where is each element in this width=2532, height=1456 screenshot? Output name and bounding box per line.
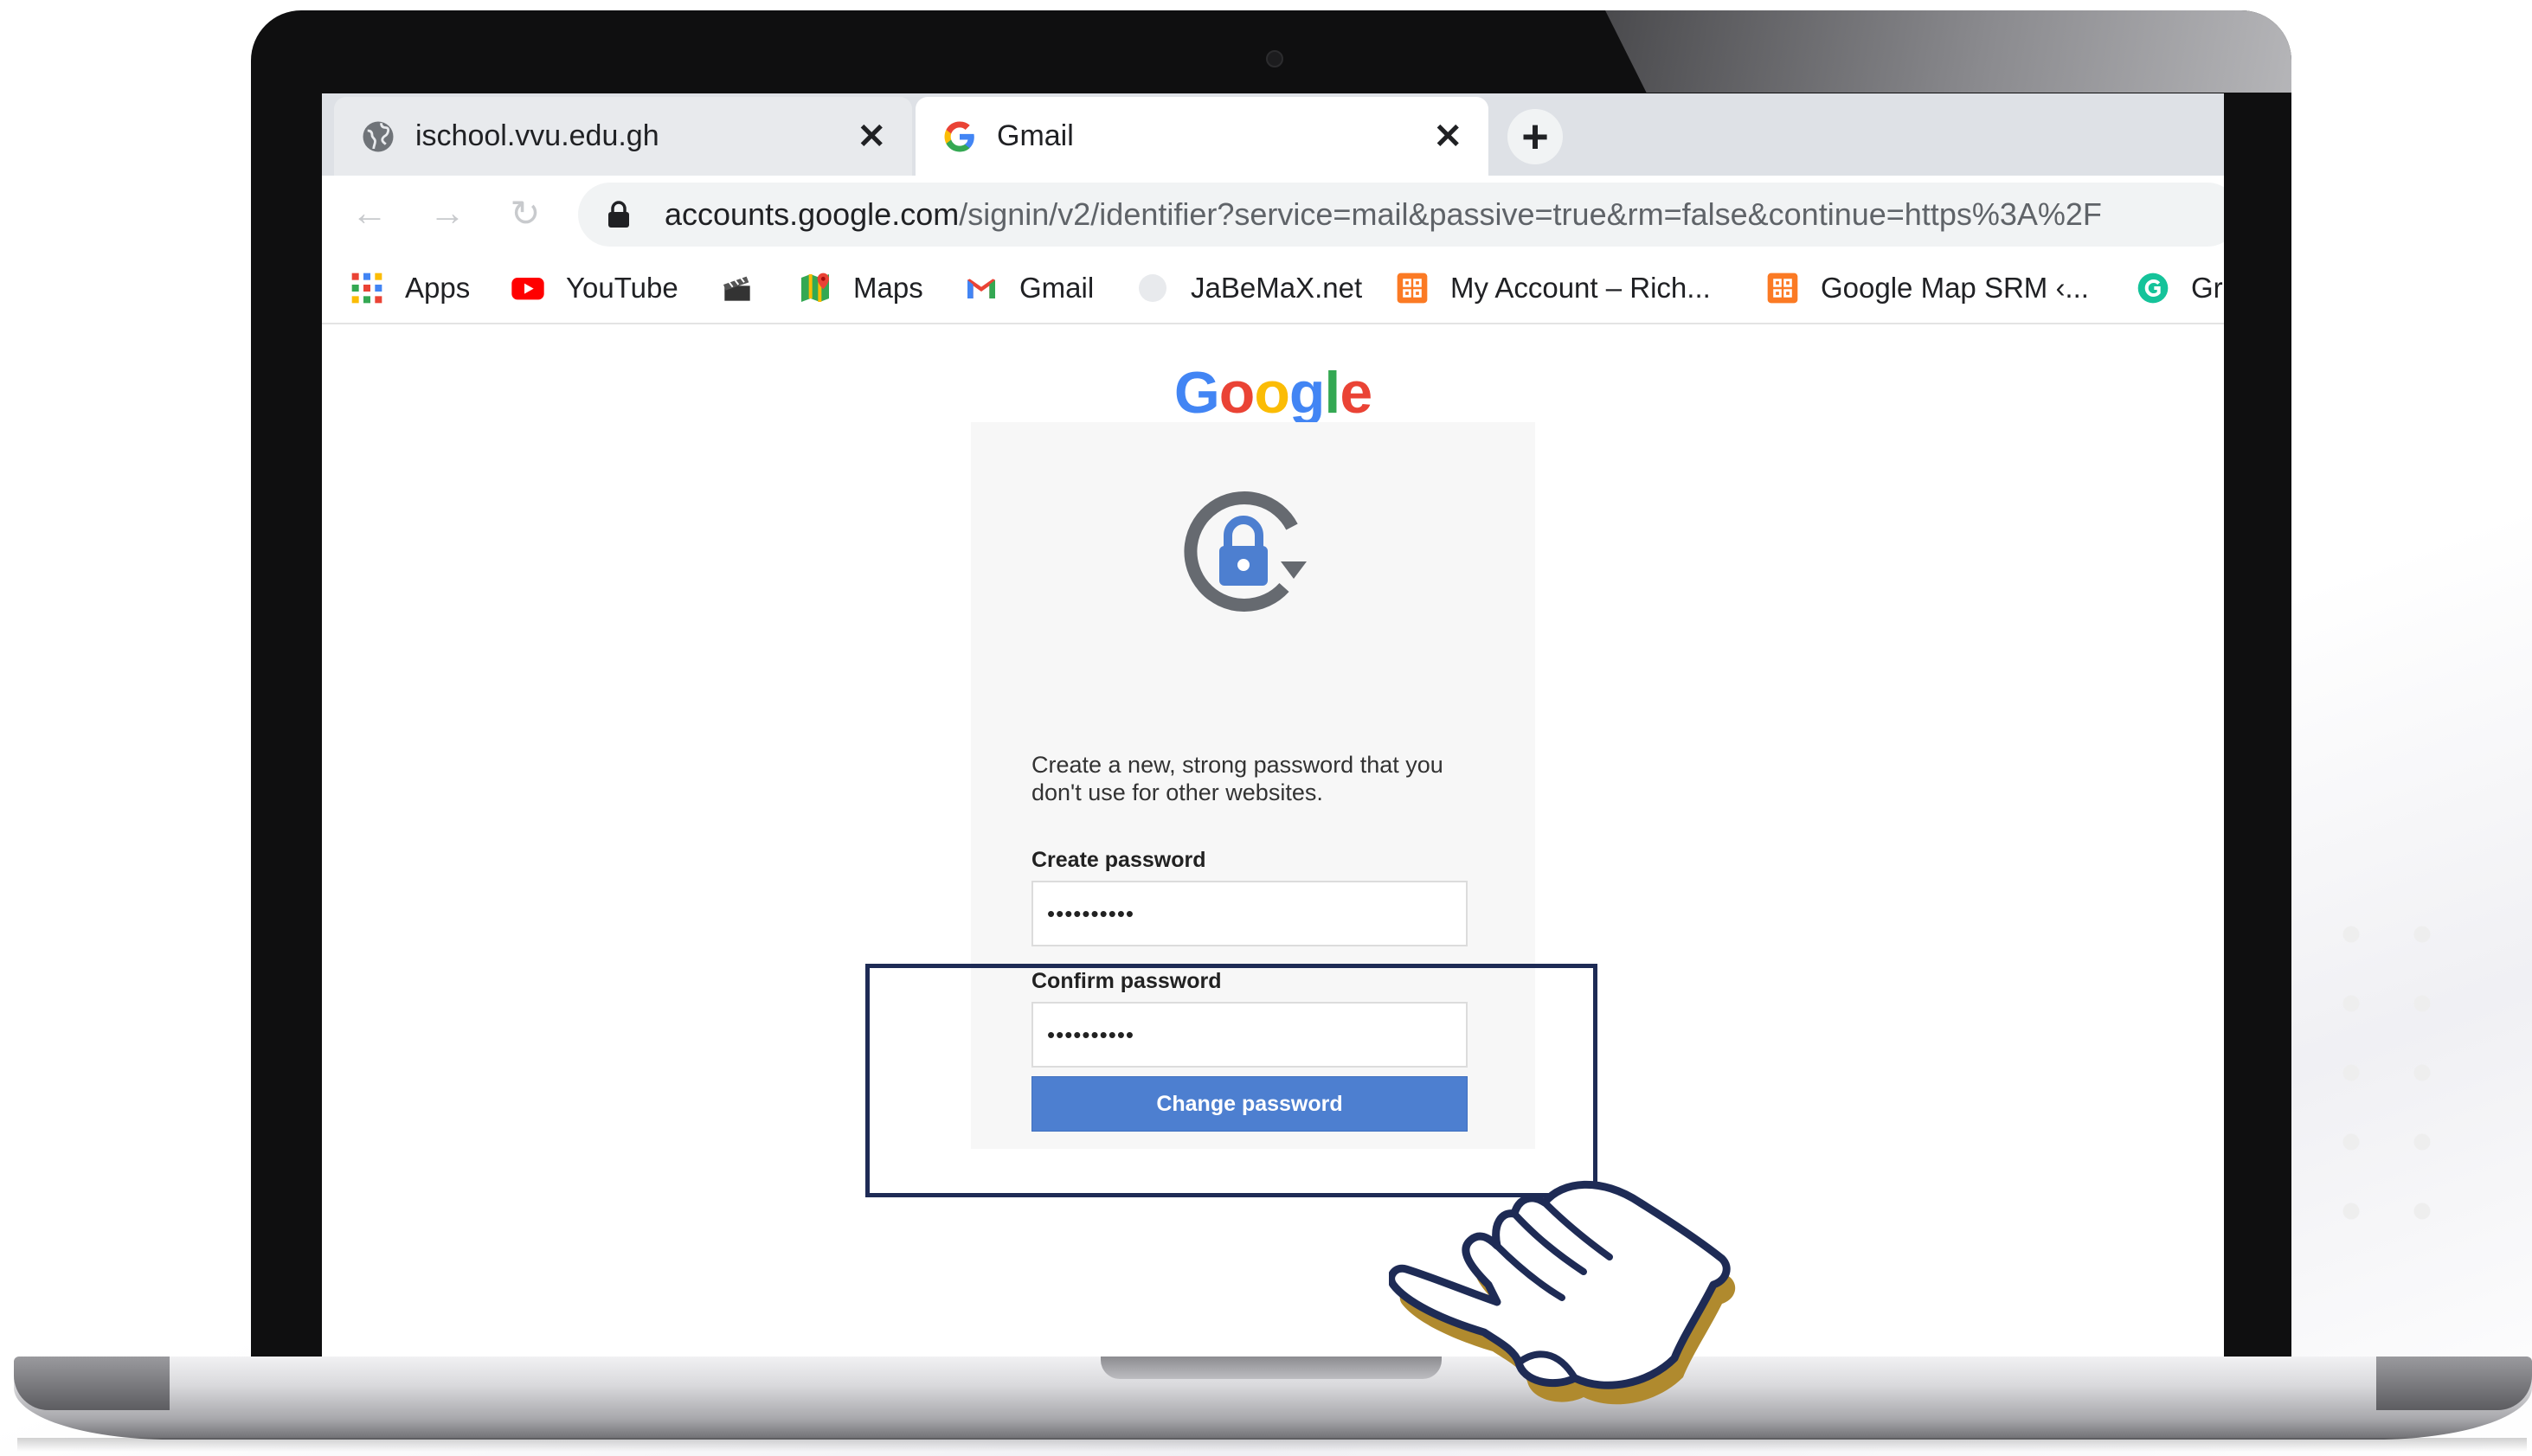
logo-letter: e [1340, 360, 1372, 426]
grammarly-icon [2137, 273, 2169, 304]
logo-letter: o [1218, 360, 1256, 426]
bookmark-label: YouTube [566, 272, 678, 304]
bookmarks-bar: Apps YouTube Maps Gmail JaBeMaX.net My A… [322, 253, 2224, 324]
bookmark-label: Gmail [1019, 272, 1095, 304]
laptop-base-right-edge [2376, 1357, 2532, 1410]
laptop-shadow [17, 1438, 2527, 1452]
bookmark-google-map-srm[interactable]: Google Map SRM ‹... [1765, 268, 2089, 308]
close-icon[interactable]: ✕ [1433, 119, 1462, 154]
google-logo: Google [322, 359, 2224, 427]
bookmark-gmail[interactable]: Gmail [964, 268, 1094, 308]
tab-ischool[interactable]: ischool.vvu.edu.gh ✕ [334, 97, 912, 176]
bookmark-label: JaBeMaX.net [1191, 272, 1363, 304]
forward-arrow-icon[interactable]: → [426, 191, 469, 234]
laptop-base-left-edge [14, 1357, 170, 1410]
url-path: /signin/v2/identifier?service=mail&passi… [959, 196, 2102, 232]
password-instructions: Create a new, strong password that you d… [1031, 751, 1481, 806]
create-password-input[interactable]: •••••••••• [1031, 881, 1468, 946]
pointing-hand-icon [1389, 1180, 1736, 1405]
bookmark-label: Apps [405, 272, 471, 304]
logo-letter: g [1288, 360, 1326, 426]
bookmark-grammarly[interactable]: Gr [2136, 268, 2223, 308]
bookmark-label: My Account – Rich... [1450, 272, 1711, 304]
gmail-icon [967, 279, 995, 298]
address-bar[interactable]: accounts.google.com/signin/v2/identifier… [578, 183, 2224, 247]
tab-strip: ischool.vvu.edu.gh ✕ Gmail ✕ + [322, 93, 2224, 176]
bookmark-apps[interactable]: Apps [350, 268, 470, 308]
logo-letter: l [1324, 360, 1340, 426]
url-host: accounts.google.com [665, 196, 960, 232]
bookmark-maps[interactable]: Maps [798, 268, 923, 308]
close-icon[interactable]: ✕ [857, 119, 886, 154]
bookmark-label: Google Map SRM ‹... [1821, 272, 2089, 304]
logo-letter: o [1254, 360, 1290, 426]
tab-title: ischool.vvu.edu.gh [415, 119, 659, 152]
globe-icon [1139, 274, 1166, 302]
reload-icon[interactable]: ↻ [504, 191, 547, 234]
apps-grid-icon [351, 273, 382, 304]
clapperboard-icon [723, 276, 750, 301]
webcam-icon [1266, 50, 1283, 67]
logo-letter: G [1173, 360, 1220, 426]
bookmark-my-account[interactable]: My Account – Rich... [1395, 268, 1711, 308]
xampp-icon [1767, 273, 1798, 304]
tab-title: Gmail [997, 119, 1074, 152]
lock-refresh-icon [1184, 491, 1307, 612]
back-arrow-icon[interactable]: ← [348, 191, 391, 234]
new-tab-button[interactable]: + [1507, 109, 1563, 164]
browser-toolbar: ← → ↻ accounts.google.com/signin/v2/iden… [322, 176, 2224, 253]
bookmark-label: Maps [853, 272, 923, 304]
instructions-line: Create a new, strong password that you [1031, 752, 1443, 778]
tab-gmail[interactable]: Gmail ✕ [916, 97, 1488, 176]
instructions-line: don't use for other websites. [1031, 779, 1323, 805]
lock-icon [608, 201, 629, 228]
bookmark-clapperboard[interactable] [720, 268, 775, 308]
maps-icon [801, 273, 829, 302]
create-password-label: Create password [1031, 848, 1206, 872]
google-g-icon [944, 121, 974, 151]
background-dots [2316, 900, 2454, 1228]
youtube-icon [511, 278, 544, 300]
bookmark-label: Gr [2191, 272, 2223, 304]
xampp-icon [1397, 273, 1428, 304]
globe-icon [363, 121, 394, 151]
bookmark-jabemax[interactable]: JaBeMaX.net [1135, 268, 1362, 308]
bookmark-youtube[interactable]: YouTube [511, 268, 678, 308]
lid-glare [1605, 10, 2291, 93]
